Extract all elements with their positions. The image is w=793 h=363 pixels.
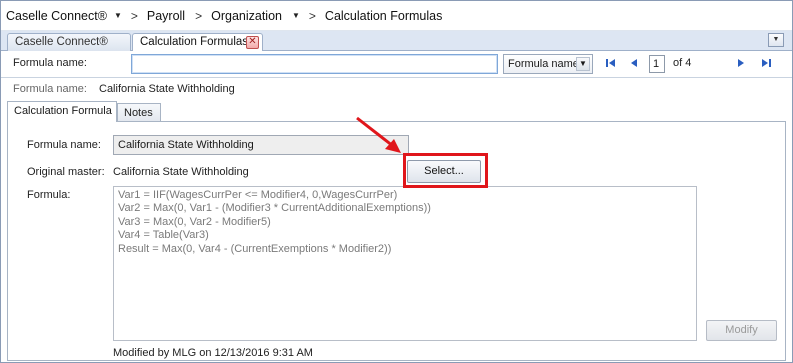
document-tab-strip: Caselle Connect® Calculation Formulas ✕ … xyxy=(1,31,792,52)
breadcrumb-calculation-formulas[interactable]: Calculation Formulas xyxy=(325,9,442,23)
tab-calculation-formulas[interactable]: Calculation Formulas ✕ xyxy=(132,33,263,52)
tab-overflow-chevron-icon[interactable]: ▼ xyxy=(768,33,784,47)
search-label: Formula name: xyxy=(13,57,87,69)
previous-page-icon[interactable] xyxy=(627,57,641,71)
record-info-label: Formula name: xyxy=(13,83,87,95)
red-arrow-icon xyxy=(356,116,401,153)
tab-caselle-connect[interactable]: Caselle Connect® xyxy=(7,33,131,51)
original-master-value: California State Withholding xyxy=(113,166,249,178)
formula-line: Var3 = Max(0, Var2 - Modifier5) xyxy=(118,215,271,228)
next-page-icon[interactable] xyxy=(734,57,748,71)
page-number-input[interactable]: 1 xyxy=(649,55,665,73)
close-icon[interactable]: ✕ xyxy=(246,36,259,49)
breadcrumb-separator-icon: > xyxy=(308,8,316,23)
first-page-icon[interactable] xyxy=(604,57,618,71)
tab-calculation-formula[interactable]: Calculation Formula xyxy=(7,101,117,122)
formula-line: Result = Max(0, Var4 - (CurrentExemption… xyxy=(118,242,392,255)
breadcrumb-payroll[interactable]: Payroll xyxy=(147,9,185,23)
chevron-down-icon[interactable]: ▼ xyxy=(292,11,300,20)
tab-notes[interactable]: Notes xyxy=(117,103,161,121)
original-master-label: Original master: xyxy=(27,166,105,178)
breadcrumb: Caselle Connect® ▼ > Payroll > Organizat… xyxy=(1,1,792,31)
search-field-value: Formula name xyxy=(508,58,579,70)
chevron-down-icon[interactable]: ▼ xyxy=(576,57,590,71)
search-input[interactable] xyxy=(131,54,498,74)
breadcrumb-separator-icon: > xyxy=(130,8,138,23)
breadcrumb-organization[interactable]: Organization xyxy=(211,9,282,23)
chevron-down-icon[interactable]: ▼ xyxy=(114,11,122,20)
modify-button[interactable]: Modify xyxy=(706,320,777,341)
breadcrumb-caselle-connect[interactable]: Caselle Connect® xyxy=(6,9,107,23)
select-button-highlight xyxy=(403,153,488,188)
page-count: of 4 xyxy=(673,57,692,69)
record-info: Formula name: California State Withholdi… xyxy=(1,78,792,100)
record-info-value: California State Withholding xyxy=(99,83,235,95)
formula-textarea[interactable]: Var1 = IIF(WagesCurrPer <= Modifier4, 0,… xyxy=(113,186,697,341)
formula-line: Var1 = IIF(WagesCurrPer <= Modifier4, 0,… xyxy=(118,189,398,201)
tab-label: Calculation Formulas xyxy=(140,36,249,48)
formula-line: Var4 = Table(Var3) xyxy=(118,229,209,242)
formula-line: Var2 = Max(0, Var1 - (Modifier3 * Curren… xyxy=(118,202,431,215)
last-page-icon[interactable] xyxy=(759,57,773,71)
search-bar: Formula name: Formula name ▼ 1 of 4 xyxy=(1,51,792,78)
breadcrumb-separator-icon: > xyxy=(195,8,203,23)
tab-label: Caselle Connect® xyxy=(15,36,108,48)
search-field-select[interactable]: Formula name ▼ xyxy=(503,54,593,74)
app-window: Caselle Connect® ▼ > Payroll > Organizat… xyxy=(0,0,793,363)
formula-label: Formula: xyxy=(27,189,71,201)
modified-info: Modified by MLG on 12/13/2016 9:31 AM xyxy=(113,347,313,359)
formula-name-label: Formula name: xyxy=(27,139,101,151)
